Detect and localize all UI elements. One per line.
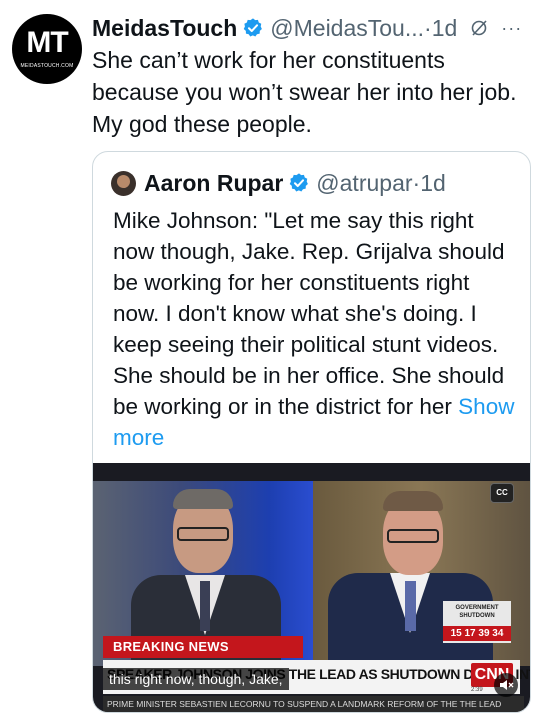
quote-author-name: Aaron Rupar xyxy=(144,169,284,196)
author-handle[interactable]: @MeidasTou... xyxy=(270,15,424,42)
tweet-time[interactable]: 1d xyxy=(432,15,458,42)
shutdown-clock: GOVERNMENT SHUTDOWN 15 17 39 34 xyxy=(443,601,511,643)
tweet-header: MeidasTouch @MeidasTou... · 1d ··· xyxy=(92,12,535,44)
cc-icon[interactable]: CC xyxy=(490,483,514,503)
quote-avatar xyxy=(111,170,136,196)
author-avatar[interactable]: MT MEIDASTOUCH.COM xyxy=(12,14,82,84)
countdown: 15 17 39 34 xyxy=(443,626,511,641)
author-name[interactable]: MeidasTouch xyxy=(92,15,237,42)
mute-icon[interactable] xyxy=(494,673,518,697)
verified-badge-icon xyxy=(244,18,263,37)
verified-badge-icon xyxy=(290,173,309,192)
video-caption: this right now, though, Jake, xyxy=(103,668,289,690)
broadcast-clock: 2:39 xyxy=(471,687,483,693)
more-icon[interactable]: ··· xyxy=(501,18,522,39)
avatar-subtext: MEIDASTOUCH.COM xyxy=(20,63,74,69)
quote-time: 1d xyxy=(420,169,446,196)
grok-icon[interactable] xyxy=(471,19,489,37)
quote-header: Aaron Rupar @atrupar · 1d xyxy=(111,168,520,198)
avatar-monogram: MT xyxy=(26,26,68,59)
dot-separator: · xyxy=(412,169,421,196)
breaking-news-banner: BREAKING NEWS xyxy=(103,636,303,658)
dot-separator: · xyxy=(424,14,432,41)
quote-text: Mike Johnson: "Let me say this right now… xyxy=(113,205,518,453)
bottom-ticker: PRIME MINISTER SEBASTIEN LECORNU TO SUSP… xyxy=(103,696,524,712)
video-player[interactable]: CC GOVERNMENT SHUTDOWN 15 17 39 34 BREAK… xyxy=(93,463,530,712)
gov-label-2: SHUTDOWN xyxy=(459,613,495,619)
gov-label-1: GOVERNMENT xyxy=(455,605,499,611)
quote-tweet-card[interactable]: Aaron Rupar @atrupar · 1d Mike Johnson: … xyxy=(92,151,531,713)
tweet-text: She can’t work for her constituents beca… xyxy=(92,47,517,137)
quote-body: Mike Johnson: "Let me say this right now… xyxy=(113,208,505,419)
quote-author-handle: @atrupar xyxy=(316,169,413,196)
